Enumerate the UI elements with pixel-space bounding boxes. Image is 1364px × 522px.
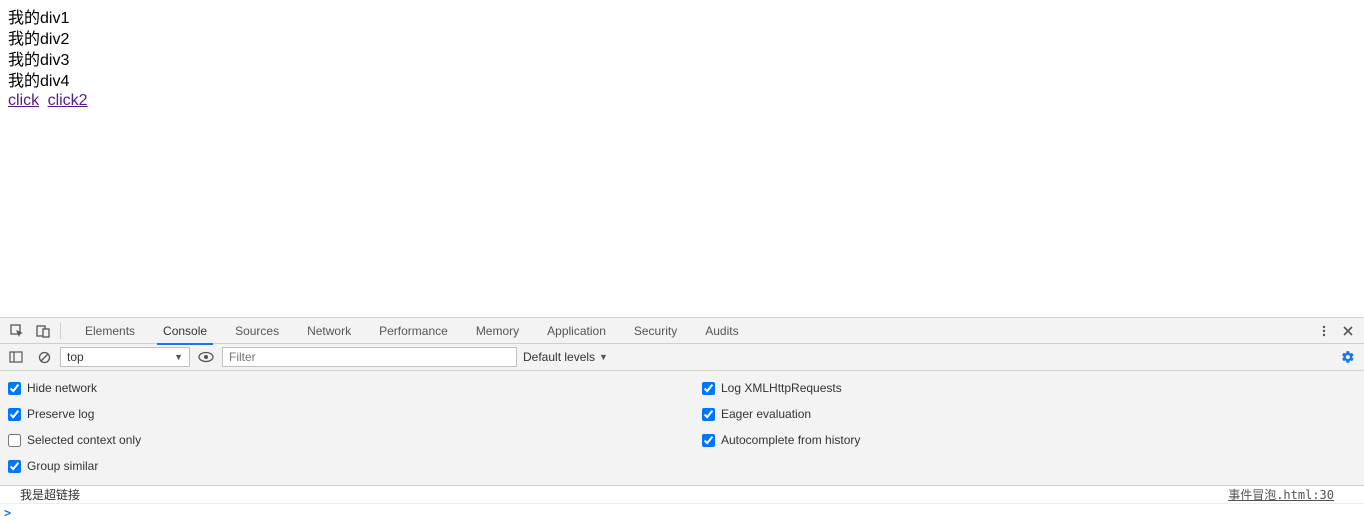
chk-preserve-log-box[interactable] (8, 408, 21, 421)
tab-elements[interactable]: Elements (71, 318, 149, 344)
chk-log-xhr[interactable]: Log XMLHttpRequests (702, 375, 1356, 401)
chk-eager-eval-box[interactable] (702, 408, 715, 421)
console-sidebar-toggle-icon[interactable] (4, 344, 28, 371)
chk-eager-eval-label: Eager evaluation (721, 407, 811, 421)
tab-application[interactable]: Application (533, 318, 620, 344)
page-content: 我的div1 我的div2 我的div3 我的div4 click click2 (0, 0, 1364, 118)
chk-selected-context-label: Selected context only (27, 433, 141, 447)
link-click2[interactable]: click2 (48, 92, 88, 109)
demo-div-1: 我的div1 (8, 8, 1356, 29)
demo-links-row: click click2 (8, 92, 1356, 110)
inspect-element-icon[interactable] (4, 318, 30, 344)
console-filter-input[interactable] (222, 347, 517, 367)
console-settings-icon[interactable] (1336, 344, 1360, 371)
console-settings-panel: Hide network Preserve log Selected conte… (0, 371, 1364, 486)
chk-eager-eval[interactable]: Eager evaluation (702, 401, 1356, 427)
devtools-panel: Elements Console Sources Network Perform… (0, 317, 1364, 522)
chevron-down-icon: ▼ (599, 352, 608, 362)
close-devtools-icon[interactable] (1336, 318, 1360, 344)
log-level-label: Default levels (523, 350, 595, 364)
devtools-tabs: Elements Console Sources Network Perform… (71, 318, 753, 344)
tab-performance[interactable]: Performance (365, 318, 462, 344)
chk-selected-context[interactable]: Selected context only (8, 427, 662, 453)
chk-hide-network[interactable]: Hide network (8, 375, 662, 401)
console-message-source[interactable]: 事件冒泡.html:30 (1228, 486, 1364, 503)
tab-audits[interactable]: Audits (691, 318, 752, 344)
clear-console-icon[interactable] (32, 344, 56, 371)
console-toolbar: top ▼ Default levels ▼ (0, 344, 1364, 371)
chk-autocomplete-history-label: Autocomplete from history (721, 433, 860, 447)
chk-log-xhr-box[interactable] (702, 382, 715, 395)
log-level-select[interactable]: Default levels ▼ (521, 347, 610, 367)
execution-context-select[interactable]: top ▼ (60, 347, 190, 367)
chk-group-similar-label: Group similar (27, 459, 98, 473)
tab-memory[interactable]: Memory (462, 318, 533, 344)
demo-div-2: 我的div2 (8, 29, 1356, 50)
chk-hide-network-label: Hide network (27, 381, 97, 395)
console-prompt[interactable]: > (0, 504, 1364, 522)
chk-autocomplete-history[interactable]: Autocomplete from history (702, 427, 1356, 453)
tab-sources[interactable]: Sources (221, 318, 293, 344)
demo-div-4: 我的div4 (8, 71, 1356, 92)
chk-autocomplete-history-box[interactable] (702, 434, 715, 447)
chevron-down-icon: ▼ (174, 352, 183, 362)
tab-network[interactable]: Network (293, 318, 365, 344)
device-toolbar-icon[interactable] (30, 318, 56, 344)
tab-console[interactable]: Console (149, 318, 221, 344)
chk-group-similar-box[interactable] (8, 460, 21, 473)
devtools-tabbar: Elements Console Sources Network Perform… (0, 318, 1364, 344)
tabbar-divider (60, 323, 61, 339)
kebab-menu-icon[interactable] (1312, 318, 1336, 344)
chk-log-xhr-label: Log XMLHttpRequests (721, 381, 842, 395)
chk-selected-context-box[interactable] (8, 434, 21, 447)
link-click[interactable]: click (8, 92, 39, 109)
console-message-row: 我是超链接 事件冒泡.html:30 (0, 486, 1364, 504)
live-expression-icon[interactable] (194, 344, 218, 371)
console-prompt-caret: > (4, 506, 11, 520)
chk-preserve-log[interactable]: Preserve log (8, 401, 662, 427)
chk-preserve-log-label: Preserve log (27, 407, 94, 421)
execution-context-label: top (67, 350, 84, 364)
tab-security[interactable]: Security (620, 318, 691, 344)
demo-div-3: 我的div3 (8, 50, 1356, 71)
chk-hide-network-box[interactable] (8, 382, 21, 395)
console-message-text: 我是超链接 (20, 486, 1228, 503)
chk-group-similar[interactable]: Group similar (8, 453, 662, 479)
